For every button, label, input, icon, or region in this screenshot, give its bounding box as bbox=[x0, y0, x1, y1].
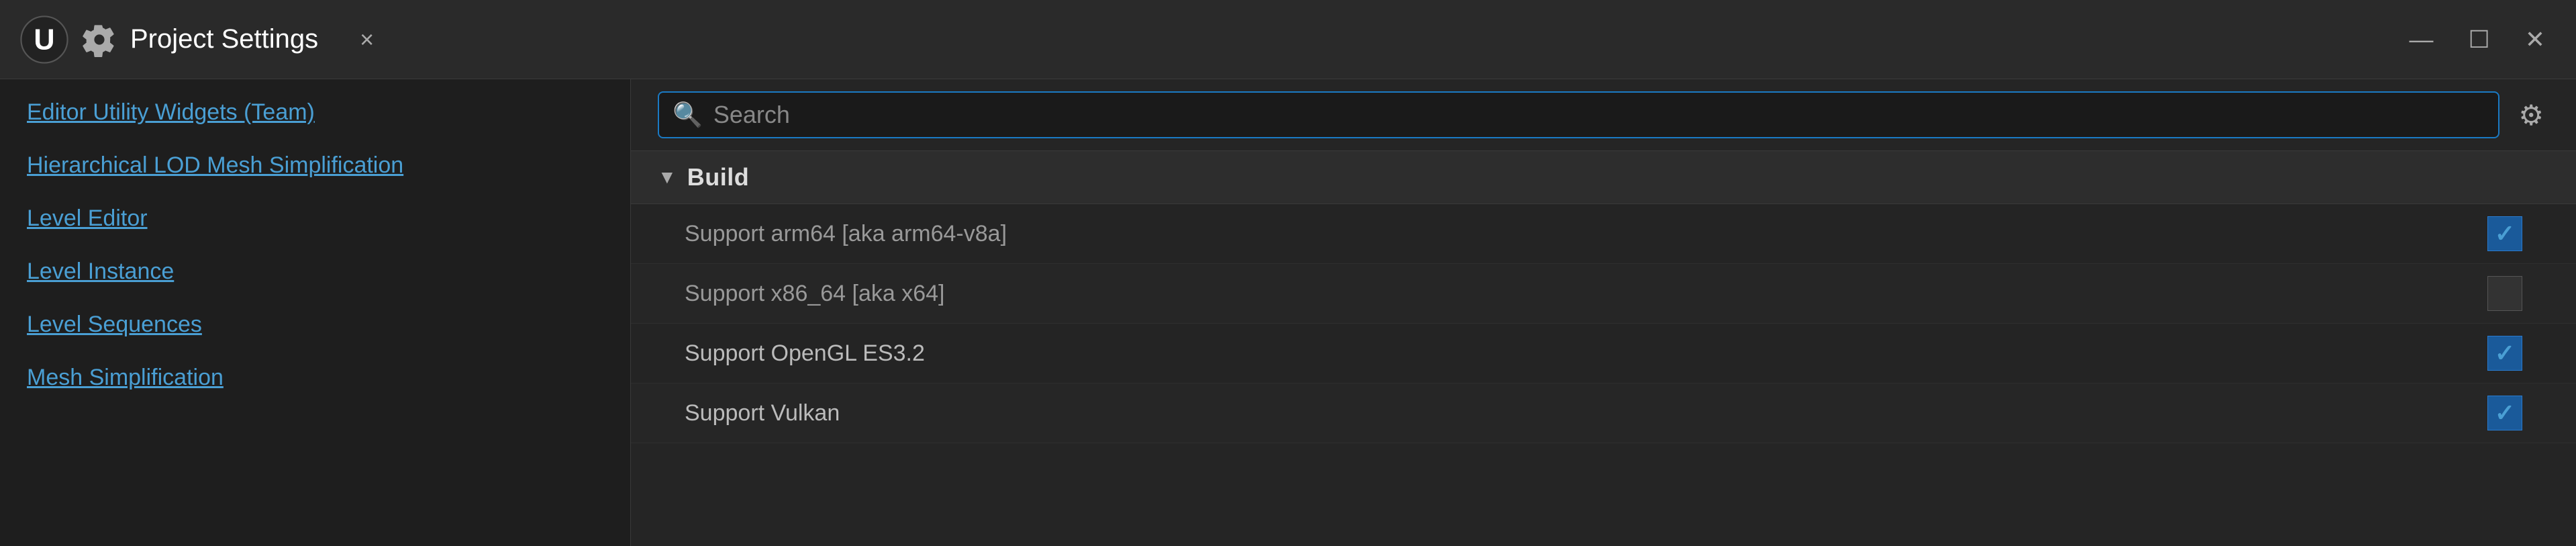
sidebar-item-level-editor[interactable]: Level Editor bbox=[0, 192, 630, 245]
checkbox-x86[interactable] bbox=[2487, 276, 2522, 311]
main-layout: Editor Utility Widgets (Team) Hierarchic… bbox=[0, 79, 2576, 546]
checkbox-arm64[interactable]: ✓ bbox=[2487, 216, 2522, 251]
window-close-button[interactable]: ✕ bbox=[2514, 25, 2556, 54]
sidebar-item-hierarchical-lod[interactable]: Hierarchical LOD Mesh Simplification bbox=[0, 139, 630, 192]
settings-content: ▼ Build Support arm64 [aka arm64-v8a] ✓ … bbox=[631, 150, 2576, 546]
section-collapse-arrow: ▼ bbox=[658, 167, 677, 188]
gear-icon bbox=[82, 22, 117, 57]
checkmark-opengl: ✓ bbox=[2495, 339, 2515, 367]
sidebar-item-level-instance[interactable]: Level Instance bbox=[0, 245, 630, 298]
window-controls: — ☐ ✕ bbox=[2399, 25, 2556, 54]
build-section-header[interactable]: ▼ Build bbox=[631, 150, 2576, 204]
checkmark-arm64: ✓ bbox=[2495, 220, 2515, 248]
svg-text:U: U bbox=[34, 24, 54, 56]
search-container: 🔍 bbox=[658, 91, 2499, 138]
checkbox-vulkan[interactable]: ✓ bbox=[2487, 396, 2522, 430]
setting-row-x86: Support x86_64 [aka x64] bbox=[631, 264, 2576, 324]
setting-label-vulkan: Support Vulkan bbox=[685, 400, 2487, 426]
title-bar-left: U Project Settings × bbox=[20, 15, 382, 64]
tab-close-button[interactable]: × bbox=[352, 23, 382, 56]
sidebar-item-level-sequences[interactable]: Level Sequences bbox=[0, 298, 630, 351]
maximize-button[interactable]: ☐ bbox=[2458, 25, 2501, 54]
setting-label-x86: Support x86_64 [aka x64] bbox=[685, 281, 2487, 307]
sidebar: Editor Utility Widgets (Team) Hierarchic… bbox=[0, 79, 631, 546]
search-input[interactable] bbox=[713, 101, 2485, 129]
sidebar-item-editor-utility-widgets[interactable]: Editor Utility Widgets (Team) bbox=[0, 86, 630, 139]
sidebar-item-mesh-simplification[interactable]: Mesh Simplification bbox=[0, 351, 630, 404]
minimize-button[interactable]: — bbox=[2399, 25, 2444, 54]
search-bar-row: 🔍 ⚙ bbox=[631, 79, 2576, 150]
settings-gear-button[interactable]: ⚙ bbox=[2513, 93, 2549, 137]
checkbox-opengl[interactable]: ✓ bbox=[2487, 336, 2522, 371]
section-title-build: Build bbox=[687, 163, 749, 191]
setting-label-arm64: Support arm64 [aka arm64-v8a] bbox=[685, 221, 2487, 247]
ue-logo-icon: U bbox=[20, 15, 68, 64]
title-bar: U Project Settings × — ☐ ✕ bbox=[0, 0, 2576, 79]
content-area: 🔍 ⚙ ▼ Build Support arm64 [aka arm64-v8a… bbox=[631, 79, 2576, 546]
setting-label-opengl: Support OpenGL ES3.2 bbox=[685, 340, 2487, 367]
window-title: Project Settings bbox=[130, 24, 318, 54]
setting-row-vulkan: Support Vulkan ✓ bbox=[631, 383, 2576, 443]
setting-row-arm64: Support arm64 [aka arm64-v8a] ✓ bbox=[631, 204, 2576, 264]
search-icon: 🔍 bbox=[673, 101, 703, 129]
checkmark-vulkan: ✓ bbox=[2495, 399, 2515, 427]
setting-row-opengl: Support OpenGL ES3.2 ✓ bbox=[631, 324, 2576, 383]
